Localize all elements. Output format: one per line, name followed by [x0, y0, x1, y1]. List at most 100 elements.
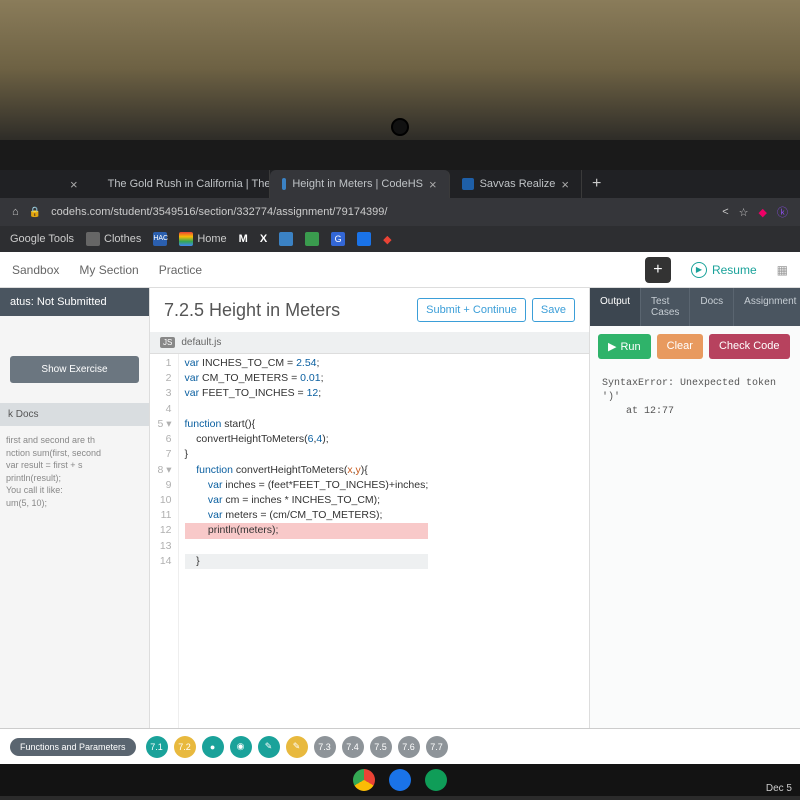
nav-sandbox[interactable]: Sandbox: [12, 263, 59, 277]
bookmark[interactable]: Home: [179, 232, 226, 246]
file-name: default.js: [181, 337, 221, 348]
bookmark[interactable]: HAC: [153, 232, 167, 246]
address-bar: ⌂ 🔒 codehs.com/student/3549516/section/3…: [0, 198, 800, 226]
tab-assignment[interactable]: Assignment: [733, 288, 800, 326]
tab-favicon: [462, 178, 474, 190]
google-icon: G: [331, 232, 345, 246]
unit-label[interactable]: Functions and Parameters: [10, 738, 136, 756]
app-icon[interactable]: [389, 769, 411, 791]
browser-tab[interactable]: The Gold Rush in California | The ×: [90, 170, 270, 198]
site-icon: [357, 232, 371, 246]
save-button[interactable]: Save: [532, 298, 575, 322]
progress-dot[interactable]: ✎: [258, 736, 280, 758]
tab-favicon: [282, 178, 287, 190]
line-gutter: 1 2 3 4 5 ▾ 6 7 8 ▾ 9 10 11 12 13 14: [150, 354, 179, 728]
submit-continue-button[interactable]: Submit + Continue: [417, 298, 526, 322]
physical-environment: [0, 0, 800, 170]
docs-body: first and second are thnction sum(first,…: [0, 426, 149, 518]
lesson-title: 7.2.5 Height in Meters: [164, 300, 411, 321]
close-icon[interactable]: ×: [429, 177, 437, 192]
gmail-icon: M: [239, 233, 248, 245]
bookmark[interactable]: Google Tools: [10, 233, 74, 245]
console-output: SyntaxError: Unexpected token ')' at 12:…: [590, 367, 800, 429]
bookmark[interactable]: ◆: [383, 233, 391, 246]
laptop-bezel: [0, 140, 800, 170]
star-icon[interactable]: ☆: [739, 206, 749, 219]
bookmark[interactable]: [357, 232, 371, 246]
site-icon: [279, 232, 293, 246]
bookmark[interactable]: M: [239, 233, 248, 245]
progress-dot[interactable]: 7.4: [342, 736, 364, 758]
progress-dot[interactable]: 7.5: [370, 736, 392, 758]
bookmark[interactable]: [279, 232, 293, 246]
file-tab[interactable]: JS default.js: [150, 332, 589, 354]
site-icon: [305, 232, 319, 246]
share-icon[interactable]: <: [722, 206, 728, 218]
run-button[interactable]: ▶Run: [598, 334, 651, 359]
progress-dot[interactable]: 7.1: [146, 736, 168, 758]
close-icon[interactable]: ×: [561, 177, 569, 192]
progress-dot[interactable]: 7.6: [398, 736, 420, 758]
os-taskbar: Dec 5: [0, 764, 800, 796]
output-buttons: ▶Run Clear Check Code: [590, 326, 800, 367]
js-badge-icon: JS: [160, 337, 175, 348]
chrome-icon[interactable]: [353, 769, 375, 791]
gmail-icon: [179, 232, 193, 246]
x-icon: X: [260, 233, 267, 245]
progress-dot[interactable]: ✎: [286, 736, 308, 758]
webcam: [391, 118, 409, 136]
tab-docs[interactable]: Docs: [689, 288, 733, 326]
output-tabs: Output Test Cases Docs Assignment: [590, 288, 800, 326]
add-button[interactable]: +: [645, 257, 671, 283]
home-icon[interactable]: ⌂: [12, 206, 19, 218]
nav-my-section[interactable]: My Section: [79, 263, 138, 277]
folder-icon: [86, 232, 100, 246]
code-area[interactable]: var INCHES_TO_CM = 2.54;var CM_TO_METERS…: [179, 354, 429, 728]
tab-test-cases[interactable]: Test Cases: [640, 288, 689, 326]
play-icon: ▶: [691, 262, 707, 278]
bookmark[interactable]: G: [331, 232, 345, 246]
check-code-button[interactable]: Check Code: [709, 334, 790, 359]
lock-icon: 🔒: [29, 207, 41, 218]
site-icon: ◆: [383, 233, 391, 246]
app-icon[interactable]: [425, 769, 447, 791]
app-nav: Sandbox My Section Practice + ▶ Resume ▦: [0, 252, 800, 288]
resume-button[interactable]: ▶ Resume: [691, 262, 757, 278]
progress-dot[interactable]: 7.7: [426, 736, 448, 758]
system-tray[interactable]: Dec 5: [766, 783, 792, 794]
extension-icon[interactable]: ⓚ: [777, 204, 788, 220]
layout-icon[interactable]: ▦: [777, 263, 788, 277]
tab-title: Savvas Realize: [480, 178, 556, 190]
progress-dot[interactable]: 7.3: [314, 736, 336, 758]
play-icon: ▶: [608, 340, 616, 353]
progress-dot[interactable]: 7.2: [174, 736, 196, 758]
clear-button[interactable]: Clear: [657, 334, 703, 359]
url-text[interactable]: codehs.com/student/3549516/section/33277…: [51, 206, 712, 218]
bookmark[interactable]: Clothes: [86, 232, 141, 246]
docs-header[interactable]: k Docs: [0, 403, 149, 426]
progress-dot[interactable]: ◉: [230, 736, 252, 758]
submission-status: atus: Not Submitted: [0, 288, 149, 316]
editor-panel: 7.2.5 Height in Meters Submit + Continue…: [150, 288, 590, 728]
nav-practice[interactable]: Practice: [159, 263, 202, 277]
left-sidebar: atus: Not Submitted Show Exercise k Docs…: [0, 288, 150, 728]
browser-tab-strip: × The Gold Rush in California | The × He…: [0, 170, 800, 198]
browser-tab[interactable]: Savvas Realize ×: [450, 170, 582, 198]
code-editor[interactable]: 1 2 3 4 5 ▾ 6 7 8 ▾ 9 10 11 12 13 14 var…: [150, 354, 589, 728]
close-icon[interactable]: ×: [70, 177, 78, 192]
extension-icon[interactable]: ◆: [759, 206, 767, 219]
new-tab-button[interactable]: +: [582, 175, 611, 193]
show-exercise-button[interactable]: Show Exercise: [10, 356, 139, 383]
bookmark[interactable]: X: [260, 233, 267, 245]
tab-title: Height in Meters | CodeHS: [292, 178, 423, 190]
lesson-progress-bar: Functions and Parameters 7.1 7.2 ● ◉ ✎ ✎ 7.3 7.…: [0, 728, 800, 764]
hac-icon: HAC: [153, 232, 167, 246]
lesson-header: 7.2.5 Height in Meters Submit + Continue…: [150, 288, 589, 332]
browser-tab[interactable]: Height in Meters | CodeHS ×: [270, 170, 450, 198]
output-panel: Output Test Cases Docs Assignment ▶Run C…: [590, 288, 800, 728]
bookmarks-bar: Google Tools Clothes HAC Home M X G ◆: [0, 226, 800, 252]
tab-output[interactable]: Output: [590, 288, 640, 326]
clock-date: Dec 5: [766, 783, 792, 794]
progress-dot[interactable]: ●: [202, 736, 224, 758]
bookmark[interactable]: [305, 232, 319, 246]
